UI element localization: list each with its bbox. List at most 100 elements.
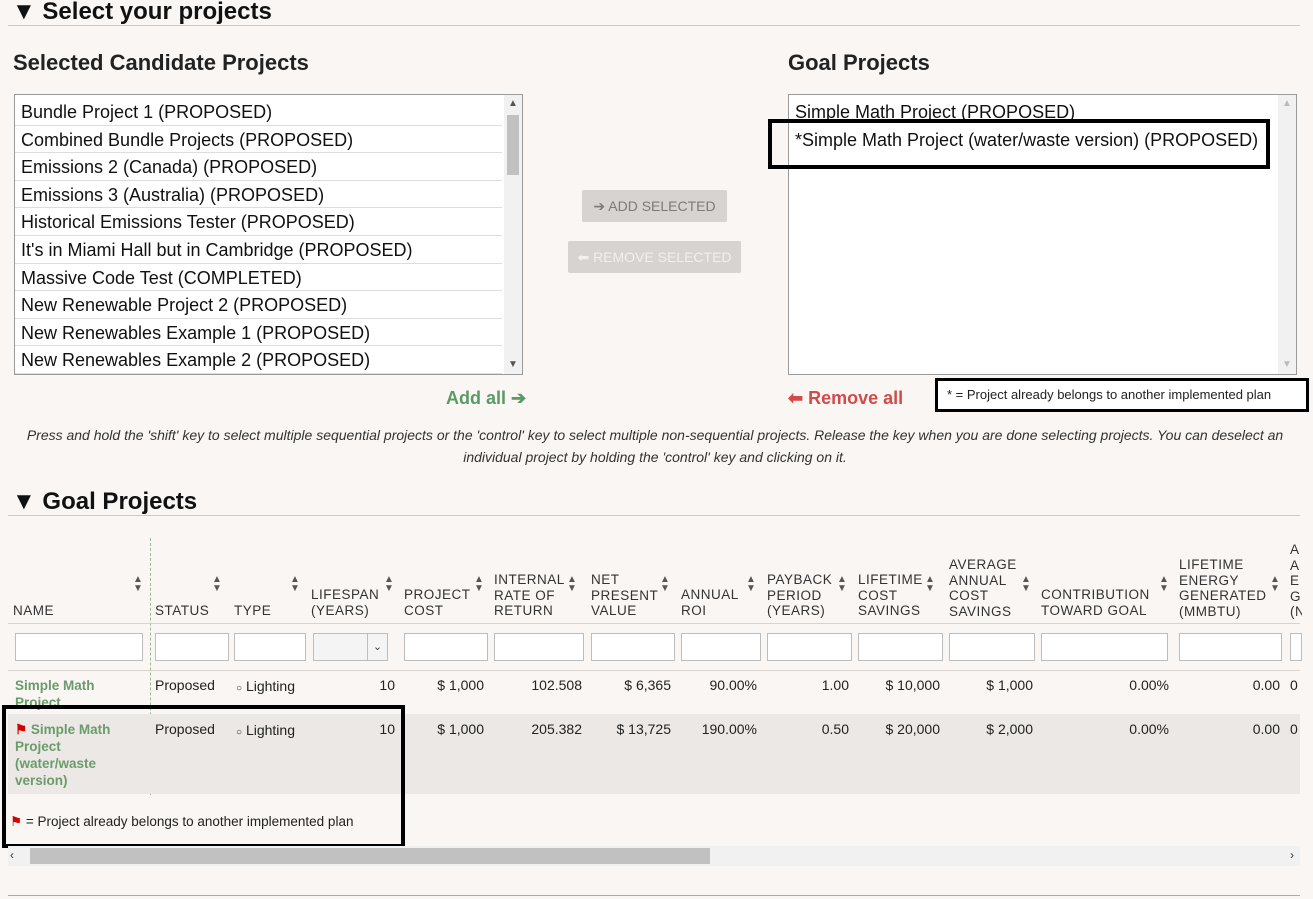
arrow-right-icon: ➔: [593, 198, 606, 214]
annual-roi-cell: 190.00%: [701, 721, 757, 737]
contribution-filter-input[interactable]: [1041, 633, 1168, 661]
payback-cell: 1.00: [821, 677, 849, 693]
asterisk-legend: * = Project already belongs to another i…: [935, 378, 1309, 412]
sort-icon[interactable]: ▲ ▼: [1159, 575, 1169, 594]
column-header-project-cost[interactable]: PROJECT COST: [404, 587, 480, 618]
arrow-right-icon: ➔: [511, 388, 527, 408]
circle-icon: ○: [236, 683, 243, 694]
list-item[interactable]: Combined Bundle Projects (PROPOSED): [15, 126, 502, 154]
divider: [8, 895, 1300, 896]
payback-filter-input[interactable]: [767, 633, 852, 661]
lifetime-savings-cell: $ 10,000: [885, 677, 941, 693]
goal-list-scrollbar[interactable]: ▲ ▼: [1278, 95, 1296, 374]
scroll-thumb[interactable]: [507, 115, 519, 175]
divider: [8, 25, 1300, 26]
project-cost-cell: $ 1,000: [437, 721, 484, 737]
arrow-left-icon: ⬅: [788, 388, 804, 408]
list-item[interactable]: It's in Miami Hall but in Cambridge (PRO…: [15, 236, 502, 264]
name-filter-input[interactable]: [15, 633, 143, 661]
status-filter-input[interactable]: [155, 633, 229, 661]
sort-icon[interactable]: ▲ ▼: [660, 575, 670, 594]
column-header-npv[interactable]: NET PRESENT VALUE: [591, 572, 658, 619]
sort-icon[interactable]: ▲ ▼: [925, 575, 935, 594]
list-item[interactable]: New Renewable Project 2 (PROPOSED): [15, 291, 502, 319]
column-header-status[interactable]: STATUS: [155, 603, 209, 619]
column-header-irr[interactable]: INTERNAL RATE OF RETURN: [494, 572, 574, 619]
sort-icon[interactable]: ▲ ▼: [290, 575, 300, 594]
truncated-cell: 0: [1290, 721, 1298, 737]
goal-projects-heading[interactable]: ▼ Goal Projects: [12, 488, 197, 516]
column-header-contribution[interactable]: CONTRIBUTION TOWARD GOAL: [1041, 587, 1166, 618]
selection-help-text: Press and hold the 'shift' key to select…: [26, 427, 1284, 465]
scroll-thumb[interactable]: [30, 848, 710, 864]
column-header-annual-roi[interactable]: ANNUAL ROI: [681, 587, 745, 618]
table-horizontal-scrollbar[interactable]: ‹ ›: [8, 846, 1300, 866]
arrow-left-icon: ⬅: [577, 249, 590, 265]
list-item[interactable]: New Renewables Example 2 (PROPOSED): [15, 346, 502, 374]
truncated-cell: 0: [1290, 677, 1298, 693]
remove-selected-button[interactable]: ⬅ REMOVE SELECTED: [568, 241, 741, 273]
scroll-left-icon[interactable]: ‹: [10, 848, 14, 862]
add-selected-button[interactable]: ➔ ADD SELECTED: [582, 190, 727, 222]
contribution-cell: 0.00%: [1129, 721, 1169, 737]
highlight-box: [2, 705, 405, 848]
column-header-truncated[interactable]: A A E G (N: [1290, 542, 1302, 620]
annual-roi-filter-input[interactable]: [681, 633, 761, 661]
npv-filter-input[interactable]: [591, 633, 675, 661]
annual-roi-cell: 90.00%: [709, 677, 757, 693]
remove-all-link[interactable]: ⬅ Remove all: [788, 388, 903, 409]
scroll-right-icon[interactable]: ›: [1290, 848, 1294, 862]
lifetime-savings-filter-input[interactable]: [858, 633, 943, 661]
irr-filter-input[interactable]: [494, 633, 584, 661]
sort-icon[interactable]: ▲ ▼: [837, 575, 847, 594]
npv-cell: $ 6,365: [624, 677, 671, 693]
scroll-down-icon[interactable]: ▼: [504, 356, 522, 374]
column-header-lifetime-energy[interactable]: LIFETIME ENERGY GENERATED (MMBTU): [1179, 557, 1269, 619]
status-cell: Proposed: [155, 677, 215, 693]
list-item[interactable]: Massive Code Test (COMPLETED): [15, 264, 502, 292]
lifespan-filter-select[interactable]: ⌄: [313, 633, 388, 661]
lifetime-energy-filter-input[interactable]: [1179, 633, 1282, 661]
goal-projects-title: Goal Projects: [788, 50, 930, 75]
sort-icon[interactable]: ▲ ▼: [1270, 575, 1280, 594]
sort-icon[interactable]: ▲ ▼: [212, 575, 222, 594]
contribution-cell: 0.00%: [1129, 677, 1169, 693]
lifetime-energy-cell: 0.00: [1252, 677, 1280, 693]
chevron-down-icon: ⌄: [367, 634, 387, 660]
lifetime-savings-cell: $ 20,000: [885, 721, 941, 737]
project-cost-filter-input[interactable]: [404, 633, 488, 661]
sort-icon[interactable]: ▲ ▼: [133, 575, 143, 594]
list-item[interactable]: Bundle Project 1 (PROPOSED): [15, 98, 502, 126]
avg-savings-filter-input[interactable]: [949, 633, 1035, 661]
column-header-name[interactable]: NAME: [13, 603, 54, 619]
candidate-projects-list[interactable]: Bundle Project 1 (PROPOSED) Combined Bun…: [14, 94, 523, 375]
highlight-box: [768, 119, 1270, 169]
project-cost-cell: $ 1,000: [437, 677, 484, 693]
add-all-link[interactable]: Add all ➔: [446, 388, 526, 409]
type-cell: ○ Lighting: [236, 678, 295, 694]
list-item[interactable]: Historical Emissions Tester (PROPOSED): [15, 208, 502, 236]
column-header-payback[interactable]: PAYBACK PERIOD (YEARS): [767, 572, 837, 619]
sort-icon[interactable]: ▲ ▼: [567, 575, 577, 594]
sort-icon[interactable]: ▲ ▼: [384, 575, 394, 594]
divider: [8, 515, 1300, 516]
select-projects-heading[interactable]: ▼ Select your projects: [12, 0, 272, 26]
sort-icon[interactable]: ▲ ▼: [746, 575, 756, 594]
npv-cell: $ 13,725: [616, 721, 672, 737]
candidate-list-scrollbar[interactable]: ▲ ▼: [504, 95, 522, 374]
list-item[interactable]: New Renewables Example 1 (PROPOSED): [15, 319, 502, 347]
type-filter-input[interactable]: [234, 633, 306, 661]
column-header-lifetime-savings[interactable]: LIFETIME COST SAVINGS: [858, 572, 928, 619]
scroll-down-icon[interactable]: ▼: [1278, 356, 1296, 374]
sort-icon[interactable]: ▲ ▼: [1021, 575, 1031, 594]
column-header-type[interactable]: TYPE: [234, 603, 271, 619]
list-item[interactable]: Emissions 2 (Canada) (PROPOSED): [15, 153, 502, 181]
column-header-avg-savings[interactable]: AVERAGE ANNUAL COST SAVINGS: [949, 557, 1024, 619]
sort-icon[interactable]: ▲ ▼: [474, 575, 484, 594]
column-header-lifespan[interactable]: LIFESPAN (YEARS): [311, 587, 391, 618]
lifespan-cell: 10: [379, 677, 395, 693]
truncated-filter-input[interactable]: [1290, 633, 1302, 661]
scroll-up-icon[interactable]: ▲: [1278, 95, 1296, 113]
scroll-up-icon[interactable]: ▲: [504, 95, 522, 113]
list-item[interactable]: Emissions 3 (Australia) (PROPOSED): [15, 181, 502, 209]
